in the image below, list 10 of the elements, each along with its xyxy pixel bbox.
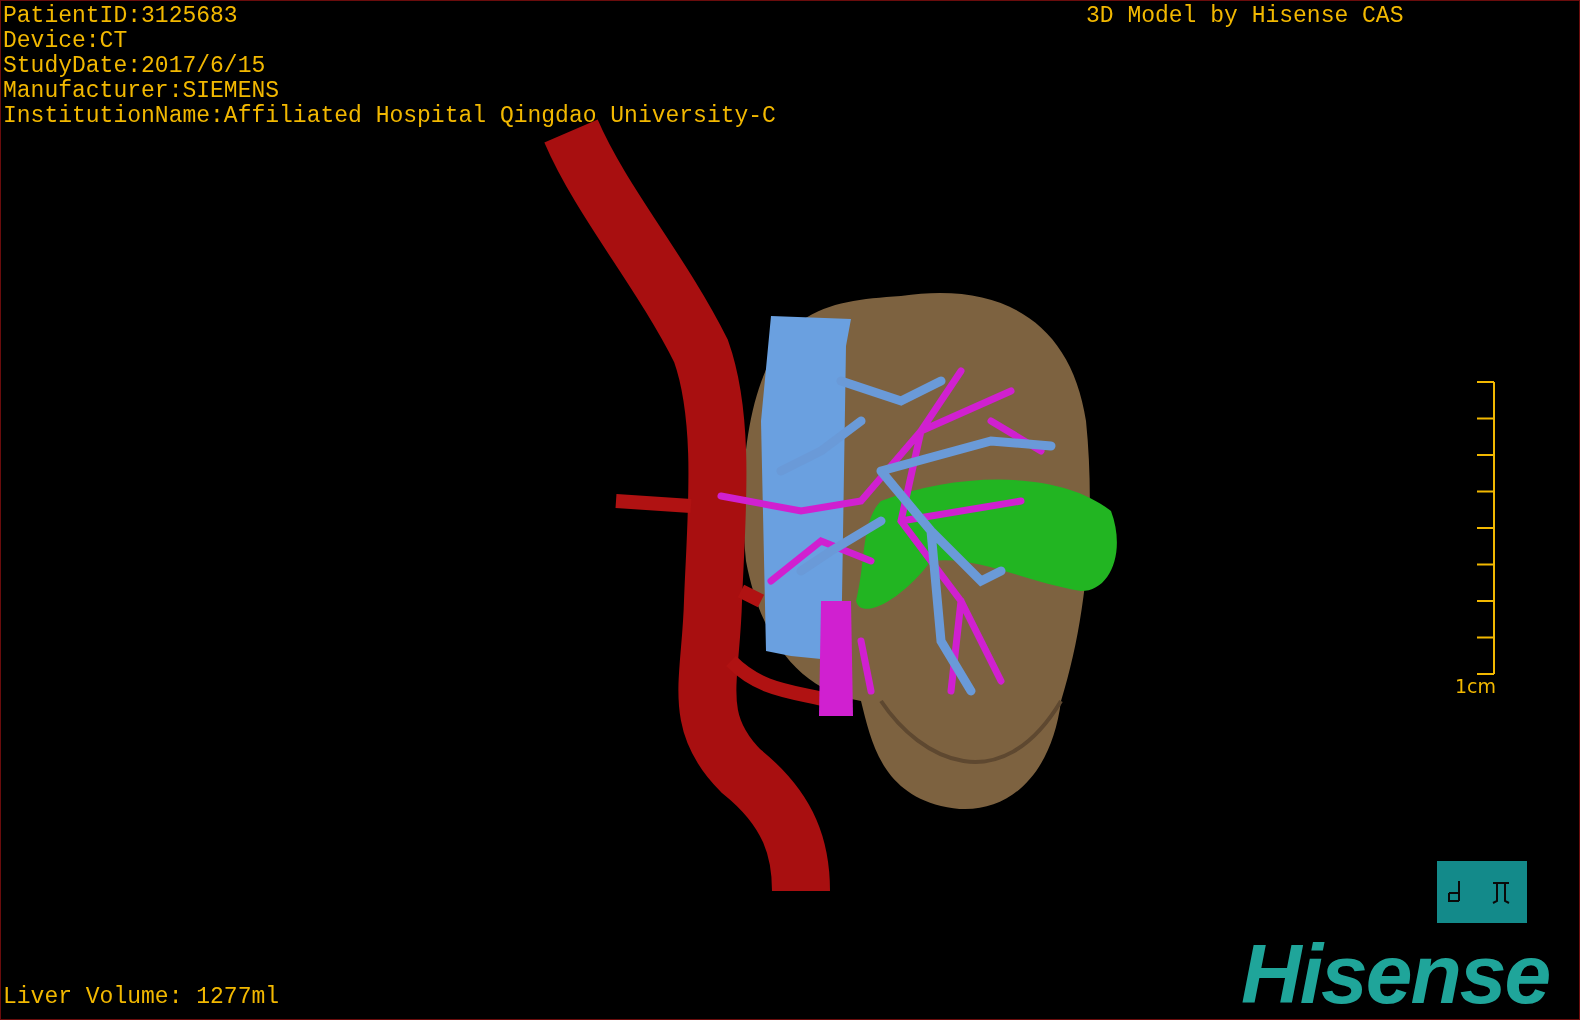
scale-label: 1cm	[1455, 675, 1497, 697]
viewer-title: 3D Model by Hisense CAS	[1086, 4, 1404, 29]
patient-info-line: StudyDate:2017/6/15	[3, 54, 266, 79]
patient-info-line: InstitutionName:Affiliated Hospital Qingdao University-C	[3, 104, 776, 129]
orientation-cube-icon[interactable]	[1437, 861, 1527, 923]
brand-logo: Hisense	[1241, 939, 1550, 1009]
patient-info-line: Manufacturer:SIEMENS	[3, 79, 280, 104]
patient-info-line: Device:CT	[3, 29, 128, 54]
patient-info-line: PatientID:3125683	[3, 4, 238, 29]
liver-volume-text: Liver Volume: 1277ml	[3, 985, 280, 1010]
